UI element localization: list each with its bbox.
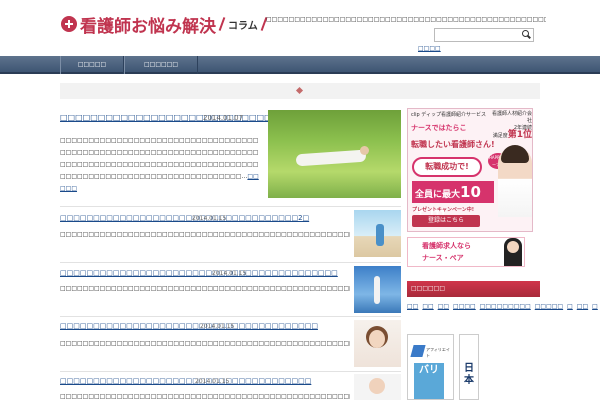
tag-link[interactable]: □□: [438, 303, 449, 310]
post-title[interactable]: □□□□□□□□□□□□□□□□□□□□□□□□□□□□□□□□□□□□□□□: [60, 322, 318, 330]
post-text: □□□□□□□□□□□□□□□□□□□□□□□□□□□□□□□□□□□□□□□□…: [60, 231, 350, 238]
ad-rank-text: 看護師人材紹介会社: [491, 111, 532, 124]
main-nav: □□□□□ □□□□□□: [0, 56, 600, 74]
search-icon[interactable]: [521, 30, 532, 40]
ad-money-prefix: 全員に最大: [415, 190, 461, 200]
ad-headline: 転職したい看護師さん!: [411, 140, 495, 149]
vertical-ad-text: 日本: [464, 363, 474, 386]
ad-rank-main: 第1位: [507, 130, 532, 140]
post-excerpt: □□□□□□□□□□□□□□□□□□□□□□□□□□□□□□□□□□□□□□□□…: [60, 340, 350, 347]
logo-subtitle: コラム: [228, 20, 258, 32]
post-text: □□□□□□□□□□□□□□□□□□□□□□□□□□□□□□□□□□□□□□□□…: [60, 393, 350, 400]
tag-link[interactable]: □□□□□: [535, 303, 563, 310]
post-excerpt: □□□□□□□□□□□□□□□□□□□□□□□□□□□□□□□□□□□□□□□□…: [60, 285, 350, 292]
tag-link[interactable]: □□: [407, 303, 418, 310]
logo-slash-decoration: [218, 17, 226, 31]
affiliate-label: アフィリエイト: [426, 347, 450, 358]
tag-widget-title: □□□□□□: [407, 281, 540, 297]
post-excerpt: □□□□□□□□□□□□□□□□□□□□□□□□□□□□□□□□□□□□□□□□…: [60, 393, 350, 400]
post-title[interactable]: □□□□□□□□□□□□□□□□□□□□□□□□□□□□□□□□□□□□□□□□…: [60, 269, 338, 277]
ad-rank-line3: 満足度: [492, 133, 508, 139]
post-thumbnail[interactable]: [354, 210, 401, 257]
nav-item-1[interactable]: □□□□□: [60, 56, 124, 74]
post-excerpt: □□□□□□□□□□□□□□□□□□□□□□□□□□□□□□□□□□□□□□□□…: [60, 231, 350, 238]
post-divider: [60, 206, 401, 207]
ad-campaign-text: プレゼントキャンペーン中!: [412, 207, 475, 213]
post-title[interactable]: □□□□□□□□□□□□□□□□□□□□□□□□□□□□□□□□□□□□□□: [60, 377, 311, 385]
feature-post-text: □□□□□□□□□□□□□□□□□□□□□□□□□□□□□□□□□□□□□□□□…: [60, 137, 259, 180]
post-date: 2014.01.15: [192, 215, 227, 222]
tag-link[interactable]: □: [592, 303, 598, 310]
tag-link[interactable]: □□: [577, 303, 588, 310]
ad-nurse-photo: [498, 145, 532, 217]
ad-top-text: clip ディップ看護師紹介サービス: [411, 112, 486, 118]
diamond-icon: [295, 86, 304, 95]
ad-brand-name: ナースではたらこ: [411, 124, 467, 132]
tag-list: □□□□□□□□□□□□□□□□□□□□□□□□□□□□□□□□: [407, 302, 598, 312]
search-box[interactable]: [434, 28, 534, 42]
affiliate-banner-ad[interactable]: アフィリエイト バリ: [407, 334, 454, 400]
site-tagline: □□□□□□□□□□□□□□□□□□□□□□□□□□□□□□□□□□□□□□□□…: [266, 16, 546, 23]
nav-item-2[interactable]: □□□□□□: [124, 56, 198, 74]
post-text: □□□□□□□□□□□□□□□□□□□□□□□□□□□□□□□□□□□□□□□□…: [60, 285, 350, 292]
person-head: [360, 146, 369, 155]
ad2-nurse-photo: [504, 238, 522, 266]
person-figure: [295, 149, 367, 167]
search-input[interactable]: [437, 30, 519, 40]
breadcrumb: [60, 83, 540, 99]
post-title[interactable]: □□□□□□□□□□□□□□□□□□□□□□□□□□□□□□□□□□□□2□: [60, 214, 309, 222]
ad2-text: 看護師求人なら ナース・ペア: [422, 240, 471, 264]
site-logo[interactable]: 看護師お悩み解決 コラム: [61, 14, 268, 37]
feature-post-thumbnail[interactable]: [268, 110, 401, 198]
ad2-line2: ナース・ペア: [422, 254, 464, 262]
nurse-job-banner-ad[interactable]: clip ディップ看護師紹介サービス ナースではたらこ 看護師人材紹介会社 2年…: [407, 108, 533, 232]
post-divider: [60, 262, 401, 263]
ad-register-button[interactable]: 登録はこちら: [412, 215, 480, 227]
nurse-pair-banner-ad[interactable]: 看護師求人なら ナース・ペア: [407, 237, 525, 267]
post-divider: [60, 316, 401, 317]
logo-title: 看護師お悩み解決: [80, 16, 216, 37]
post-thumbnail[interactable]: [354, 320, 401, 367]
affiliate-vertical-text: バリ: [414, 363, 444, 399]
sitemap-link[interactable]: □□□□: [418, 45, 441, 52]
ad-speech-bubble: 転職成功で!: [412, 157, 482, 177]
post-date: 2014.01.15: [200, 323, 235, 330]
site-header: 看護師お悩み解決 コラム □□□□□□□□□□□□□□□□□□□□□□□□□□□…: [0, 0, 600, 56]
post-thumbnail[interactable]: [354, 374, 401, 400]
ad2-line1: 看護師求人なら: [422, 242, 471, 250]
tag-link[interactable]: □□: [422, 303, 433, 310]
nurse-cap-icon: [61, 16, 77, 32]
tag-link[interactable]: □□□□□□□□□: [480, 303, 531, 310]
vertical-banner-ad[interactable]: 日本: [459, 334, 479, 400]
ad-money-banner: 全員に最大10万円: [412, 181, 494, 226]
tag-link[interactable]: □□□□: [453, 303, 476, 310]
post-divider: [60, 371, 401, 372]
post-date: 2014.01.15: [195, 378, 230, 385]
feature-post-date: 2014.01.07: [203, 114, 244, 122]
post-thumbnail[interactable]: [354, 266, 401, 313]
tag-link[interactable]: □: [567, 303, 573, 310]
feature-post-title[interactable]: □□□□□□□□□□□□□□□□□□□□□□□□□□□□□□□□: [60, 113, 302, 122]
affiliate-logo-icon: [410, 345, 426, 357]
ad-ranking-badge: 看護師人材紹介会社 2年連続 満足度第1位: [490, 111, 532, 140]
feature-post-excerpt: □□□□□□□□□□□□□□□□□□□□□□□□□□□□□□□□□□□□□□□□…: [60, 137, 259, 192]
post-text: □□□□□□□□□□□□□□□□□□□□□□□□□□□□□□□□□□□□□□□□…: [60, 340, 350, 347]
post-date: 2014.01.15: [212, 270, 247, 277]
